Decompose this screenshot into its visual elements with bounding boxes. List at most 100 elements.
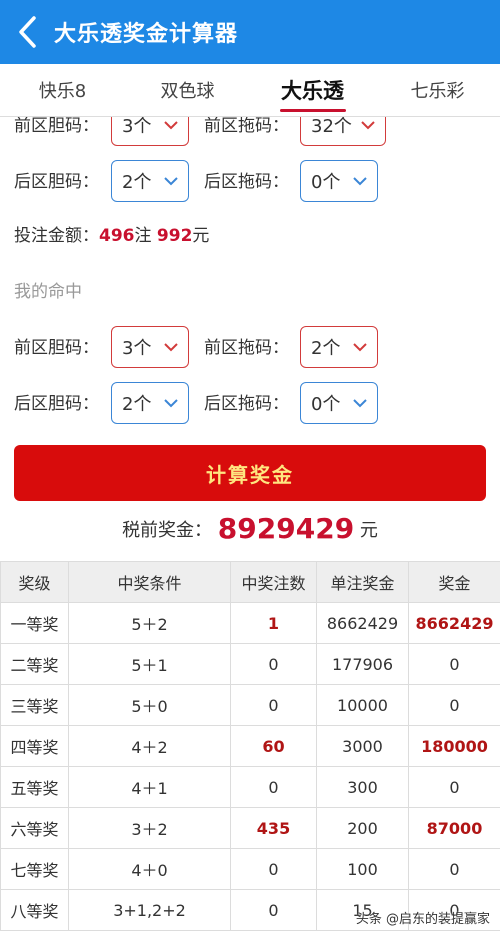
chevron-down-icon: [164, 399, 178, 408]
hit-back-dan-select[interactable]: 2个: [111, 382, 189, 424]
hit-front-dan-select[interactable]: 3个: [111, 326, 189, 368]
cell-count: 435: [230, 807, 317, 849]
col-header-condition: 中奖条件: [68, 561, 231, 603]
total-label: 税前奖金：: [122, 520, 213, 541]
total-amount: 8929429: [217, 512, 355, 545]
back-tuo-value: 0个: [311, 172, 341, 193]
bet-count-unit: 注: [134, 226, 152, 246]
front-dan-value: 3个: [122, 117, 152, 137]
tab-ssq[interactable]: 双色球: [125, 64, 250, 116]
front-dan-label: 前区胆码：: [14, 117, 99, 136]
back-tuo-label: 后区拖码：: [204, 172, 289, 192]
cell-unit-prize: 3000: [316, 725, 409, 767]
table-row: 三等奖 5＋0 0 10000 0: [0, 684, 500, 726]
cell-prize: 0: [408, 684, 500, 726]
hit-section-title: 我的命中: [14, 282, 82, 302]
table-row: 二等奖 5＋1 0 177906 0: [0, 643, 500, 685]
cell-unit-prize: 177906: [316, 643, 409, 685]
back-dan-value: 2个: [122, 172, 152, 193]
cell-prize: 0: [408, 643, 500, 685]
cell-count: 1: [230, 602, 317, 644]
front-tuo-select[interactable]: 32个: [300, 117, 386, 146]
chevron-left-icon: [19, 16, 36, 48]
cell-condition: 5＋1: [68, 643, 231, 685]
chevron-down-icon: [164, 121, 178, 130]
cell-condition: 5＋2: [68, 602, 231, 644]
cell-level: 三等奖: [0, 684, 69, 726]
hit-front-tuo-value: 2个: [311, 338, 341, 359]
hit-front-dan-label: 前区胆码：: [14, 338, 99, 358]
hit-back-dan-value: 2个: [122, 394, 152, 415]
hit-back-row: 后区胆码： 2个 后区拖码： 0个: [0, 382, 500, 426]
hit-back-tuo-select[interactable]: 0个: [300, 382, 378, 424]
total-unit: 元: [359, 520, 378, 541]
front-dan-select[interactable]: 3个: [111, 117, 189, 146]
chevron-down-icon: [353, 177, 367, 186]
cell-prize: 0: [408, 848, 500, 890]
cell-count: 0: [230, 643, 317, 685]
col-header-unit-prize: 单注奖金: [316, 561, 409, 603]
hit-back-dan-label: 后区胆码：: [14, 394, 99, 414]
cell-count: 0: [230, 848, 317, 890]
calculator-content: 前区胆码： 3个 前区拖码： 32个 后区胆码： 2个 后区拖码： 0个 投注金…: [0, 117, 500, 939]
hit-front-tuo-select[interactable]: 2个: [300, 326, 378, 368]
cell-level: 二等奖: [0, 643, 69, 685]
cell-level: 六等奖: [0, 807, 69, 849]
cell-count: 0: [230, 889, 317, 931]
chevron-down-icon: [164, 343, 178, 352]
cell-level: 八等奖: [0, 889, 69, 931]
back-button[interactable]: [0, 0, 54, 64]
tab-dlt[interactable]: 大乐透: [250, 64, 375, 116]
bet-front-row: 前区胆码： 3个 前区拖码： 32个: [0, 117, 500, 148]
cell-level: 七等奖: [0, 848, 69, 890]
table-row: 六等奖 3＋2 435 200 87000: [0, 807, 500, 849]
total-prize: 税前奖金： 8929429 元: [0, 511, 500, 549]
cell-condition: 3＋2: [68, 807, 231, 849]
cell-count: 0: [230, 684, 317, 726]
cell-unit-prize: 8662429: [316, 602, 409, 644]
page-title: 大乐透奖金计算器: [54, 22, 239, 47]
front-tuo-label: 前区拖码：: [204, 117, 289, 136]
cell-unit-prize: 200: [316, 807, 409, 849]
front-tuo-value: 32个: [311, 117, 352, 137]
cell-unit-prize: 300: [316, 766, 409, 808]
back-dan-label: 后区胆码：: [14, 172, 99, 192]
hit-back-tuo-label: 后区拖码：: [204, 394, 289, 414]
cell-condition: 5＋0: [68, 684, 231, 726]
bet-amount: 投注金额：496注 992元: [14, 221, 209, 251]
calculate-button[interactable]: 计算奖金: [14, 445, 486, 501]
hit-back-tuo-value: 0个: [311, 394, 341, 415]
cell-level: 四等奖: [0, 725, 69, 767]
col-header-level: 奖级: [0, 561, 69, 603]
cell-condition: 4＋1: [68, 766, 231, 808]
bet-amount-label: 投注金额：: [14, 226, 99, 246]
tab-qlc[interactable]: 七乐彩: [375, 64, 500, 116]
table-row: 七等奖 4＋0 0 100 0: [0, 848, 500, 890]
cell-count: 60: [230, 725, 317, 767]
table-row: 四等奖 4＋2 60 3000 180000: [0, 725, 500, 767]
cell-level: 五等奖: [0, 766, 69, 808]
cell-condition: 4＋2: [68, 725, 231, 767]
table-row: 五等奖 4＋1 0 300 0: [0, 766, 500, 808]
cell-level: 一等奖: [0, 602, 69, 644]
cell-prize: 87000: [408, 807, 500, 849]
hit-front-row: 前区胆码： 3个 前区拖码： 2个: [0, 326, 500, 370]
bet-count: 496: [99, 226, 135, 246]
cell-condition: 4＋0: [68, 848, 231, 890]
col-header-count: 中奖注数: [230, 561, 317, 603]
lottery-tabs: 快乐8 双色球 大乐透 七乐彩: [0, 64, 500, 117]
chevron-down-icon: [353, 343, 367, 352]
chevron-down-icon: [361, 121, 375, 130]
prize-table: 奖级 中奖条件 中奖注数 单注奖金 奖金 一等奖 5＋2 1 8662429 8…: [0, 561, 500, 931]
tab-kl8[interactable]: 快乐8: [0, 64, 125, 116]
cell-count: 0: [230, 766, 317, 808]
cell-unit-prize: 10000: [316, 684, 409, 726]
chevron-down-icon: [164, 177, 178, 186]
back-dan-select[interactable]: 2个: [111, 160, 189, 202]
cell-condition: 3+1,2+2: [68, 889, 231, 931]
chevron-down-icon: [353, 399, 367, 408]
back-tuo-select[interactable]: 0个: [300, 160, 378, 202]
cell-prize: 0: [408, 766, 500, 808]
cell-prize: 8662429: [408, 602, 500, 644]
bet-money: 992: [156, 226, 193, 246]
